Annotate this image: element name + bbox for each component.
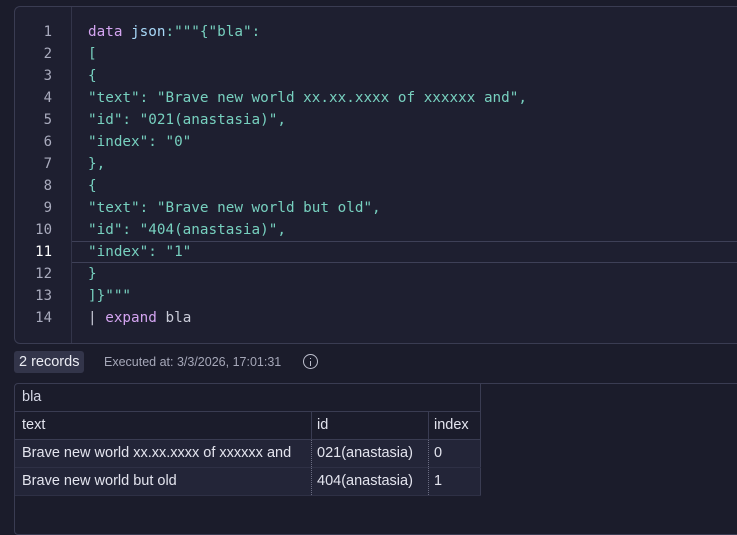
code-token: [ <box>88 46 97 62</box>
code-token: { <box>88 68 97 84</box>
line-number: 7 <box>43 156 52 172</box>
code-token: "id": "404(anastasia)", <box>88 222 286 238</box>
code-line[interactable]: "text": "Brave new world but old", <box>88 197 381 219</box>
code-token: :""" <box>165 24 200 40</box>
line-number: 4 <box>43 90 52 106</box>
column-header-id[interactable]: id <box>312 412 429 439</box>
line-number: 6 <box>43 134 52 150</box>
line-number: 12 <box>35 266 52 282</box>
code-token: ]}""" <box>88 288 132 304</box>
code-line[interactable]: { <box>88 65 97 87</box>
code-token: expand <box>105 310 157 326</box>
code-line[interactable]: }, <box>88 153 105 175</box>
line-number: 13 <box>35 288 52 304</box>
code-token: } <box>88 266 97 282</box>
query-editor[interactable]: 1 2 3 4 5 6 7 8 9 10 11 12 13 14 data json:"""{"bla":… <box>14 6 737 344</box>
code-token: "id": "021(anastasia)", <box>88 112 286 128</box>
line-number: 10 <box>35 222 52 238</box>
records-count-badge: 2 records <box>14 351 85 373</box>
code-line[interactable]: "text": "Brave new world xx.xx.xxxx of x… <box>88 87 527 109</box>
code-line[interactable]: "index": "1" <box>88 241 191 263</box>
table-cell-text[interactable]: Brave new world but old <box>15 468 312 495</box>
code-token: json <box>131 24 166 40</box>
info-icon[interactable] <box>303 354 318 369</box>
code-token: "text": "Brave new world xx.xx.xxxx of x… <box>88 90 527 106</box>
table-cell-text[interactable]: Brave new world xx.xx.xxxx of xxxxxx and <box>15 440 312 467</box>
code-token: {"bla": <box>199 24 261 40</box>
table-cell-index[interactable]: 0 <box>429 440 481 467</box>
line-number: 1 <box>43 24 52 40</box>
line-number: 11 <box>35 244 52 260</box>
column-header-index[interactable]: index <box>429 412 481 439</box>
results-table-panel: bla text id index Brave new world xx.xx.… <box>14 383 737 535</box>
line-number: 5 <box>43 112 52 128</box>
line-number: 8 <box>43 178 52 194</box>
code-line[interactable]: "id": "021(anastasia)", <box>88 109 286 131</box>
table-header-row: text id index <box>15 412 481 440</box>
executed-at-label: Executed at: 3/3/2026, 17:01:31 <box>104 355 282 369</box>
code-line[interactable]: | expand bla <box>88 307 191 329</box>
results-table: bla text id index Brave new world xx.xx.… <box>15 384 481 496</box>
table-row[interactable]: Brave new world xx.xx.xxxx of xxxxxx and… <box>15 440 481 468</box>
code-line[interactable]: } <box>88 263 97 285</box>
code-line[interactable]: ]}""" <box>88 285 131 307</box>
line-number-gutter: 1 2 3 4 5 6 7 8 9 10 11 12 13 14 <box>15 7 72 343</box>
code-line[interactable]: "index": "0" <box>88 131 191 153</box>
code-line[interactable]: "id": "404(anastasia)", <box>88 219 286 241</box>
table-row[interactable]: Brave new world but old 404(anastasia) 1 <box>15 468 481 496</box>
column-header-text[interactable]: text <box>15 412 312 439</box>
table-cell-index[interactable]: 1 <box>429 468 481 495</box>
code-token: }, <box>88 156 106 172</box>
table-cell-id[interactable]: 404(anastasia) <box>312 468 429 495</box>
line-number: 2 <box>43 46 52 62</box>
code-token: | <box>88 310 106 326</box>
code-token: "text": "Brave new world but old", <box>88 200 381 216</box>
code-line[interactable]: data json:"""{"bla": <box>88 21 260 43</box>
code-token: "index": "0" <box>88 134 192 150</box>
line-number: 9 <box>43 200 52 216</box>
code-token: { <box>88 178 97 194</box>
code-token: bla <box>156 310 192 326</box>
line-number: 3 <box>43 68 52 84</box>
column-group-header[interactable]: bla <box>15 384 481 412</box>
line-number: 14 <box>35 310 52 326</box>
code-line[interactable]: [ <box>88 43 97 65</box>
code-line[interactable]: { <box>88 175 97 197</box>
result-status-bar: 2 records Executed at: 3/3/2026, 17:01:3… <box>14 351 734 375</box>
code-token: data <box>88 24 123 40</box>
code-token: "index": "1" <box>88 244 192 260</box>
table-cell-id[interactable]: 021(anastasia) <box>312 440 429 467</box>
